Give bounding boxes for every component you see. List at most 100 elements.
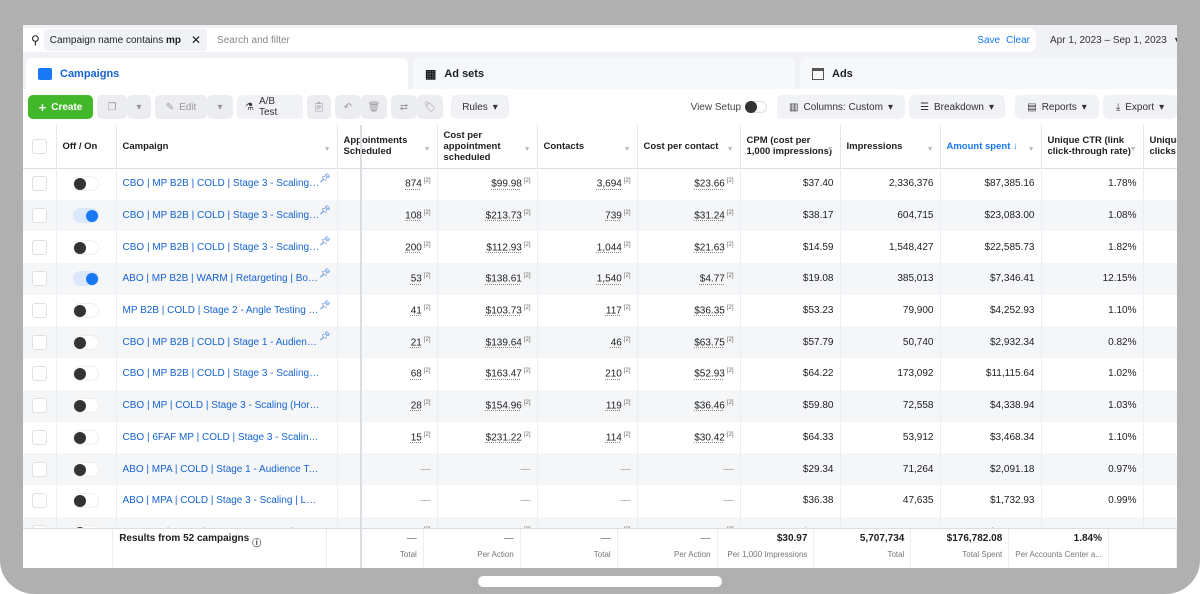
search-input[interactable]: Search and filter bbox=[217, 35, 977, 46]
duplicate-dropdown[interactable]: ▾ bbox=[127, 95, 151, 119]
column-header-cpm[interactable]: CPM (cost per 1,000 impressions) ▼ bbox=[740, 125, 841, 169]
pin-icon[interactable]: 📌︎ bbox=[319, 331, 330, 342]
campaign-name-link[interactable]: CBO | MP B2B | COLD | Stage 1 - Audience… bbox=[116, 326, 338, 359]
cell-unique-clicks bbox=[1143, 516, 1177, 528]
table-row[interactable]: ABO | MPA | COLD | Stage 3 - Scaling | L… bbox=[23, 484, 1177, 517]
column-header-contacts[interactable]: Contacts ▼ bbox=[537, 125, 638, 169]
search-bar[interactable]: ⚲ Campaign name contains mp ✕ Search and… bbox=[23, 28, 1036, 52]
campaign-toggle[interactable] bbox=[73, 176, 99, 192]
view-setup-toggle[interactable] bbox=[745, 101, 767, 113]
attribution-marker: [2] bbox=[523, 304, 531, 311]
date-range-picker[interactable]: Apr 1, 2023 – Sep 1, 2023▾ bbox=[1040, 29, 1177, 51]
table-row[interactable]: CBO | 6FAF MP | COLD | Stage 3 - Scaling… bbox=[23, 421, 1177, 454]
filter-chip[interactable]: Campaign name contains mp ✕ bbox=[43, 29, 208, 51]
tab-ad-sets[interactable]: ▦ Ad sets bbox=[413, 58, 795, 89]
table-row[interactable]: CBO | MP B2B | COLD | Stage 3 - Scaling … bbox=[23, 231, 1177, 264]
campaign-toggle[interactable] bbox=[73, 334, 99, 350]
pin-icon[interactable]: 📌︎ bbox=[319, 236, 330, 247]
table-row[interactable]: ABO | MP B2B | WARM | Retargeting | Boo.… bbox=[23, 263, 1177, 295]
campaign-name-link[interactable]: MP B2B | COLD | Stage 2 - Angle Testing … bbox=[116, 294, 338, 327]
ab-test-button[interactable]: ⚗ A/B Test bbox=[237, 95, 303, 119]
row-checkbox[interactable] bbox=[31, 239, 47, 255]
table-row[interactable]: 6FAF MP | COLD | WORKHORSE - Direct Book… bbox=[23, 516, 1177, 528]
campaign-name-link[interactable]: CBO | MP B2B | COLD | Stage 3 - Scaling … bbox=[116, 358, 338, 390]
create-button[interactable]: + Create bbox=[28, 95, 93, 119]
table-row[interactable]: CBO | MP | COLD | Stage 3 - Scaling (Hor… bbox=[23, 389, 1177, 422]
duplicate-button[interactable]: ❐ bbox=[97, 95, 127, 119]
save-filter-button[interactable]: Save bbox=[977, 35, 1000, 46]
breakdown-button[interactable]: ☰ Breakdown ▾ bbox=[909, 95, 1005, 119]
close-icon[interactable]: ✕ bbox=[191, 33, 201, 47]
select-all-checkbox[interactable] bbox=[31, 138, 47, 154]
campaign-toggle[interactable] bbox=[73, 493, 99, 509]
summary-cell: — Per Action bbox=[424, 529, 521, 568]
campaign-name-link[interactable]: ABO | MPA | COLD | Stage 1 - Audience Te… bbox=[116, 453, 338, 485]
tab-campaigns[interactable]: Campaigns bbox=[26, 58, 408, 89]
campaign-name-link[interactable]: 6FAF MP | COLD | WORKHORSE - Direct Book… bbox=[116, 516, 338, 528]
column-header-campaign[interactable]: Campaign ▼ bbox=[116, 125, 338, 169]
column-header-impressions[interactable]: Impressions ▼ bbox=[840, 125, 941, 169]
cell-contacts: 3,694 [2] bbox=[537, 168, 638, 200]
pin-icon[interactable]: 📌︎ bbox=[319, 205, 330, 216]
export-button[interactable]: ⤓ Export ▾ bbox=[1103, 95, 1177, 119]
row-checkbox[interactable] bbox=[31, 398, 47, 414]
toggle-cell bbox=[56, 484, 117, 517]
campaign-name-link[interactable]: CBO | MP B2B | COLD | Stage 3 - Scaling … bbox=[116, 231, 338, 264]
cell-impr: 71,264 bbox=[840, 453, 941, 485]
campaign-name-link[interactable]: CBO | MP B2B | COLD | Stage 3 - Scaling … bbox=[116, 199, 338, 232]
pin-icon[interactable]: 📌︎ bbox=[319, 268, 330, 279]
row-checkbox[interactable] bbox=[31, 429, 47, 445]
rules-button[interactable]: Rules ▾ bbox=[451, 95, 509, 119]
column-header-unique-ctr[interactable]: Unique CTR (link click-through rate) ▼ bbox=[1041, 125, 1144, 169]
campaign-toggle[interactable] bbox=[73, 239, 99, 255]
campaign-toggle[interactable] bbox=[73, 271, 99, 287]
info-icon[interactable]: ⓘ bbox=[252, 536, 261, 549]
row-checkbox[interactable] bbox=[31, 334, 47, 350]
column-header-cost-per-appointment[interactable]: Cost per appointment scheduled ▼ bbox=[437, 125, 538, 169]
row-checkbox[interactable] bbox=[31, 176, 47, 192]
pin-icon[interactable]: 📌︎ bbox=[319, 300, 330, 311]
campaign-name-link[interactable]: ABO | MP B2B | WARM | Retargeting | Boo.… bbox=[116, 263, 338, 295]
column-header-cost-per-contact[interactable]: Cost per contact ▼ bbox=[637, 125, 741, 169]
value: $99.98 bbox=[491, 178, 522, 190]
cell-impr: 47,635 bbox=[840, 484, 941, 517]
row-checkbox[interactable] bbox=[31, 461, 47, 477]
campaign-toggle[interactable] bbox=[73, 208, 99, 224]
row-checkbox[interactable] bbox=[31, 366, 47, 382]
undo-button[interactable]: ↶ bbox=[335, 95, 361, 119]
campaign-name-link[interactable]: ABO | MPA | COLD | Stage 3 - Scaling | L… bbox=[116, 484, 338, 517]
row-checkbox[interactable] bbox=[31, 271, 47, 287]
campaign-toggle[interactable] bbox=[73, 461, 99, 477]
row-checkbox[interactable] bbox=[31, 303, 47, 319]
preview-button[interactable]: ⇄ bbox=[391, 95, 417, 119]
campaign-toggle[interactable] bbox=[73, 398, 99, 414]
campaign-name-link[interactable]: CBO | MP | COLD | Stage 3 - Scaling (Hor… bbox=[116, 389, 338, 422]
pin-icon[interactable]: 📌︎ bbox=[319, 173, 330, 184]
campaign-toggle[interactable] bbox=[73, 366, 99, 382]
columns-button[interactable]: ▥ Columns: Custom ▾ bbox=[777, 95, 905, 119]
reports-button[interactable]: ▤ Reports ▾ bbox=[1015, 95, 1099, 119]
tag-button[interactable]: 🏷︎ bbox=[417, 95, 443, 119]
campaign-toggle[interactable] bbox=[73, 303, 99, 319]
table-row[interactable]: CBO | MP B2B | COLD | Stage 3 - Scaling … bbox=[23, 199, 1177, 232]
column-header-amount-spent[interactable]: Amount spent ↓ ▼ bbox=[940, 125, 1042, 169]
edit-button[interactable]: ✎ Edit bbox=[155, 95, 207, 119]
clipboard-button[interactable]: 📋︎ bbox=[307, 95, 331, 119]
table-row[interactable]: CBO | MP B2B | COLD | Stage 1 - Audience… bbox=[23, 326, 1177, 359]
table-row[interactable]: CBO | MP B2B | COLD | Stage 3 - Scaling … bbox=[23, 358, 1177, 390]
clear-filter-button[interactable]: Clear bbox=[1006, 35, 1030, 46]
column-header-off-on[interactable]: Off / On bbox=[56, 125, 117, 169]
campaign-name-link[interactable]: CBO | 6FAF MP | COLD | Stage 3 - Scaling… bbox=[116, 421, 338, 454]
tab-ads[interactable]: Ads bbox=[800, 58, 1177, 89]
row-checkbox[interactable] bbox=[31, 208, 47, 224]
table-row[interactable]: CBO | MP B2B | COLD | Stage 3 - Scaling … bbox=[23, 168, 1177, 200]
delete-button[interactable]: 🗑︎ bbox=[361, 95, 387, 119]
table-row[interactable]: ABO | MPA | COLD | Stage 1 - Audience Te… bbox=[23, 453, 1177, 485]
column-header-unique-clicks[interactable]: Unique clicks bbox=[1143, 125, 1177, 169]
row-checkbox[interactable] bbox=[31, 493, 47, 509]
campaign-toggle[interactable] bbox=[73, 429, 99, 445]
edit-dropdown[interactable]: ▾ bbox=[207, 95, 233, 119]
column-header-appointments[interactable]: Appointments Scheduled ▼ bbox=[337, 125, 438, 169]
table-row[interactable]: MP B2B | COLD | Stage 2 - Angle Testing … bbox=[23, 294, 1177, 327]
campaign-name-link[interactable]: CBO | MP B2B | COLD | Stage 3 - Scaling … bbox=[116, 168, 338, 200]
